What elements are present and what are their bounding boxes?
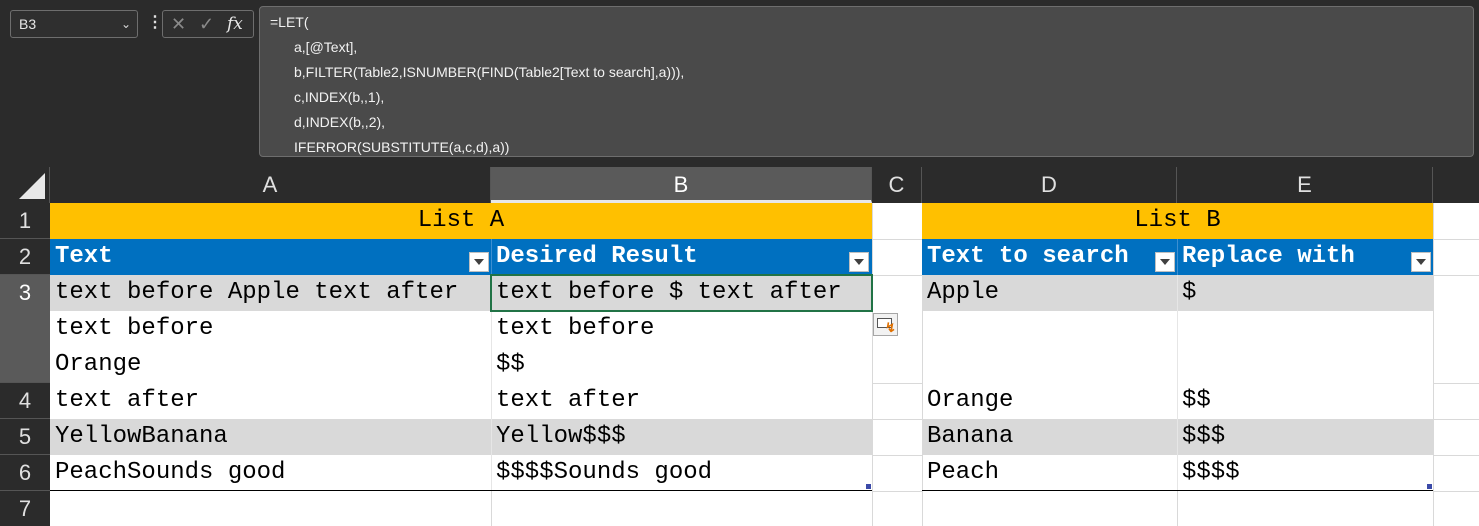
- table1-cell[interactable]: $$$$Sounds good: [491, 455, 872, 491]
- table1-cell[interactable]: YellowBanana: [50, 419, 491, 455]
- column-header-e[interactable]: E: [1177, 167, 1433, 203]
- table-resize-handle[interactable]: [1427, 484, 1432, 489]
- enter-icon[interactable]: ✓: [199, 13, 214, 35]
- table2-cell[interactable]: Apple: [922, 275, 1177, 311]
- formula-line: c,INDEX(b,,1),: [294, 89, 385, 105]
- filter-dropdown-icon[interactable]: [1155, 252, 1175, 272]
- list-b-title: List B: [1134, 207, 1221, 234]
- worksheet-grid: A B C D E 1 2 3 4 5 6 7 List A List B Te…: [0, 167, 1479, 526]
- table1-cell[interactable]: PeachSounds good: [50, 455, 491, 491]
- list-a-title: List A: [417, 207, 505, 234]
- column-header-d[interactable]: D: [922, 167, 1177, 203]
- table1-cell[interactable]: text after: [50, 383, 491, 419]
- filter-dropdown-icon[interactable]: [469, 252, 489, 272]
- column-header-f[interactable]: [1433, 167, 1479, 203]
- formula-line: b,FILTER(Table2,ISNUMBER(FIND(Table2[Tex…: [294, 64, 685, 80]
- table2-cell[interactable]: Banana: [922, 419, 1177, 455]
- row-header-5[interactable]: 5: [0, 419, 50, 455]
- row-header-3[interactable]: 3: [0, 275, 50, 383]
- formula-line: a,[@Text],: [294, 39, 358, 55]
- name-box-value: B3: [19, 16, 37, 32]
- table1-header-desired-result: Desired Result: [496, 243, 698, 270]
- table1-cell[interactable]: text before Apple text after: [50, 275, 491, 311]
- table1-header-text: Text: [55, 243, 113, 270]
- formula-line: =LET(: [270, 14, 309, 30]
- table2-header-text-to-search: Text to search: [927, 243, 1129, 270]
- insert-function-icon[interactable]: fx: [227, 13, 243, 35]
- formula-line: d,INDEX(b,,2),: [294, 114, 386, 130]
- table1-cell[interactable]: Yellow$$$: [491, 419, 872, 455]
- row-header-6[interactable]: 6: [0, 455, 50, 491]
- table2-cell[interactable]: $$: [1177, 383, 1433, 419]
- table2-cell[interactable]: $$$$: [1177, 455, 1433, 491]
- table2-header-replace-with: Replace with: [1182, 243, 1355, 270]
- table1-cell[interactable]: text after: [491, 383, 872, 419]
- table1-cell[interactable]: Orange: [50, 347, 491, 383]
- table1-cell[interactable]: text before: [50, 311, 491, 347]
- chevron-down-icon[interactable]: ⌄: [121, 11, 131, 37]
- select-all-button[interactable]: [0, 167, 50, 203]
- table1-cell[interactable]: text before: [491, 311, 872, 347]
- formula-bar-area: B3 ⌄ ⋮ ✕ ✓ fx =LET( a,[@Text], b,FILTER(…: [0, 0, 1479, 167]
- formula-input[interactable]: =LET( a,[@Text], b,FILTER(Table2,ISNUMBE…: [259, 6, 1474, 157]
- cancel-icon[interactable]: ✕: [171, 13, 186, 35]
- name-box[interactable]: B3 ⌄: [10, 10, 138, 38]
- table2-cell[interactable]: $: [1177, 275, 1433, 311]
- row-header-1[interactable]: 1: [0, 203, 50, 239]
- more-options-icon[interactable]: ⋮: [147, 13, 163, 33]
- formula-line: IFERROR(SUBSTITUTE(a,c,d),a)): [294, 139, 510, 155]
- filter-dropdown-icon[interactable]: [1411, 252, 1431, 272]
- table2-cell[interactable]: $$$: [1177, 419, 1433, 455]
- table-resize-handle[interactable]: [866, 484, 871, 489]
- table1-cell[interactable]: $$: [491, 347, 872, 383]
- row-header-7[interactable]: 7: [0, 491, 50, 526]
- row-header-4[interactable]: 4: [0, 383, 50, 419]
- column-header-c[interactable]: C: [872, 167, 922, 203]
- column-header-b[interactable]: B: [491, 167, 872, 203]
- row-header-2[interactable]: 2: [0, 239, 50, 275]
- filter-dropdown-icon[interactable]: [849, 252, 869, 272]
- active-cell-border: [490, 274, 873, 312]
- column-header-a[interactable]: A: [50, 167, 491, 203]
- quick-analysis-icon[interactable]: ↯: [873, 313, 898, 336]
- table2-cell[interactable]: Orange: [922, 383, 1177, 419]
- table2-cell[interactable]: Peach: [922, 455, 1177, 491]
- formula-buttons: ✕ ✓ fx: [162, 10, 254, 38]
